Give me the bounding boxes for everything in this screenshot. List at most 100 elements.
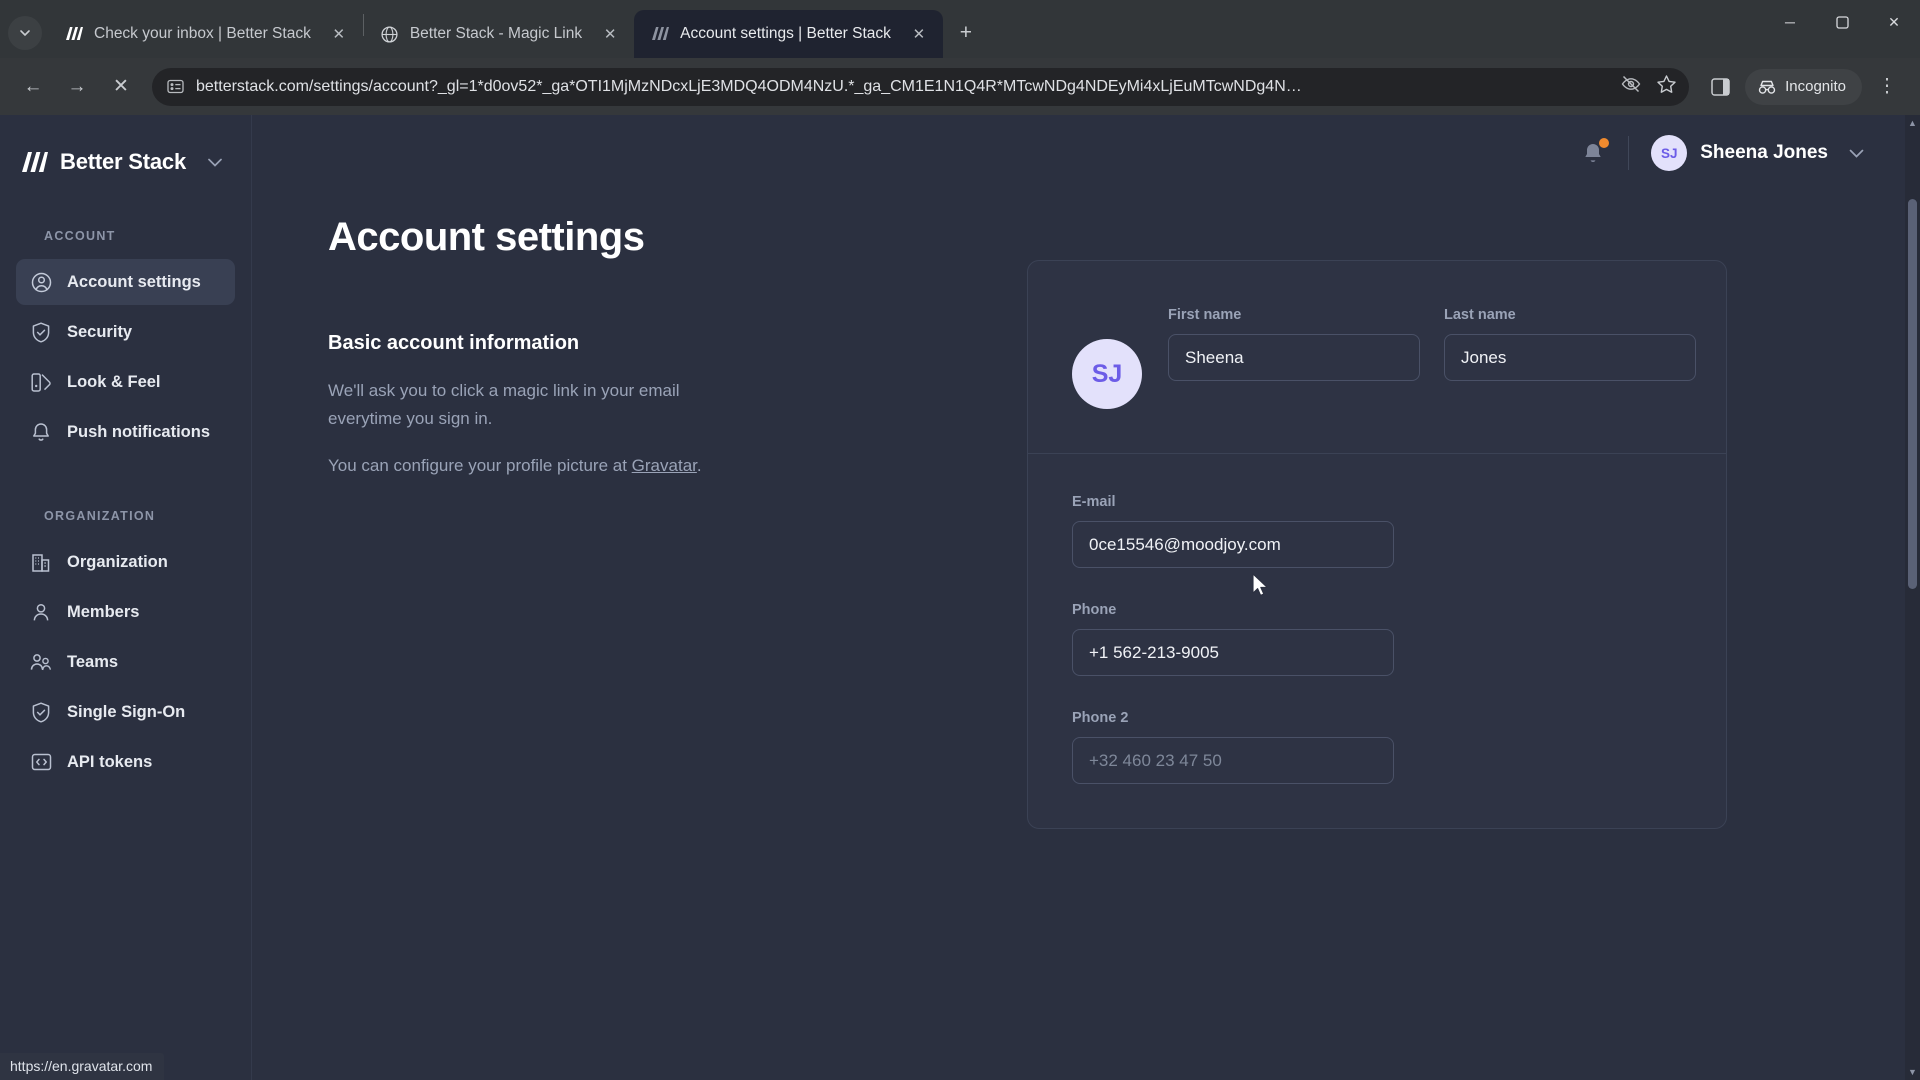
user-circle-icon [30,271,52,293]
sidebar-item-label: Security [67,322,133,341]
sidebar-item-single-sign-on[interactable]: Single Sign-On [16,689,235,735]
last-name-input[interactable]: Jones [1444,334,1696,381]
tab-title: Check your inbox | Better Stack [94,25,311,42]
browser-tab-2[interactable]: Better Stack - Magic Link ✕ [364,10,634,58]
window-minimize-button[interactable]: ─ [1764,0,1816,44]
sidebar-section-account-label: ACCOUNT [44,229,116,243]
name-fields: First name Sheena Last name Jones [1168,307,1696,381]
tab-close-button[interactable]: ✕ [327,22,351,46]
back-button[interactable]: ← [14,68,52,106]
notifications-button[interactable] [1576,136,1610,170]
user-name: Sheena Jones [1700,142,1828,163]
browser-tabstrip: Check your inbox | Better Stack ✕ Better… [0,0,1920,58]
email-input[interactable]: 0ce15546@moodjoy.com [1072,521,1394,568]
sidebar-item-label: Organization [67,552,168,571]
sidebar-item-label: Push notifications [67,422,211,441]
scrollbar-thumb[interactable] [1908,199,1917,589]
description-paragraph-2-suffix: . [696,456,702,476]
stop-loading-button[interactable]: ✕ [102,68,140,106]
description-paragraph-2: You can configure your profile picture a… [328,452,708,480]
phone-input[interactable]: +1 562-213-9005 [1072,629,1394,676]
browser-status-url: https://en.gravatar.com [0,1053,165,1080]
browser-toolbar: ← → ✕ betterstack.com/settings/account?_… [0,58,1920,115]
tab-close-button[interactable]: ✕ [907,22,931,46]
sidebar-item-label: Teams [67,652,119,671]
page-title: Account settings [328,215,645,259]
phone-label: Phone [1072,602,1117,618]
bookmark-star-icon[interactable] [1656,74,1677,100]
chevron-down-icon[interactable] [1849,145,1864,161]
site-settings-icon[interactable] [164,76,186,98]
new-tab-button[interactable]: + [949,16,983,50]
first-name-input[interactable]: Sheena [1168,334,1420,381]
sidebar-item-teams[interactable]: Teams [16,639,235,685]
sidebar-item-members[interactable]: Members [16,589,235,635]
window-close-button[interactable]: ✕ [1868,0,1920,44]
email-field: E-mail 0ce15546@moodjoy.com [1072,494,1682,568]
first-name-field: First name Sheena [1168,307,1420,381]
browser-menu-button[interactable]: ⋮ [1868,68,1906,106]
tab-close-button[interactable]: ✕ [598,22,622,46]
users-icon [30,651,52,673]
phone2-field: Phone 2 +32 460 23 47 50 [1072,710,1682,784]
browser-tab-3[interactable]: Account settings | Better Stack ✕ [634,10,943,58]
tab-search-button[interactable] [8,16,42,50]
name-row: SJ First name Sheena Last name Jones [1028,261,1726,453]
palette-icon [30,371,52,393]
sidebar-item-label: Members [67,602,140,621]
tab-title: Better Stack - Magic Link [409,25,583,42]
first-name-label: First name [1168,307,1242,323]
chevron-down-icon[interactable] [208,155,222,170]
forward-button[interactable]: → [58,68,96,106]
gravatar-link[interactable]: Gravatar [632,456,697,475]
betterstack-logo-icon [650,24,670,44]
maximize-icon [1835,15,1849,29]
section-heading: Basic account information [328,332,580,354]
settings-content: Basic account information We'll ask you … [252,260,1920,829]
shield-check-icon [30,321,52,343]
scroll-down-arrow-icon[interactable]: ▼ [1905,1064,1920,1080]
sidebar-item-push-notifications[interactable]: Push notifications [16,409,235,455]
address-bar[interactable]: betterstack.com/settings/account?_gl=1*d… [152,67,1690,106]
page-scrollbar[interactable]: ▲ ▼ [1905,115,1920,1080]
user-menu-button[interactable]: SJ Sheena Jones [1651,135,1864,171]
profile-avatar[interactable]: SJ [1072,339,1142,409]
page-viewport: Better Stack ACCOUNT Account settings Se… [0,115,1920,1080]
phone2-label: Phone 2 [1072,710,1129,726]
mouse-cursor [1252,573,1272,597]
app-sidebar: Better Stack ACCOUNT Account settings Se… [0,115,252,1080]
window-maximize-button[interactable] [1816,0,1868,44]
email-label: E-mail [1072,494,1116,510]
hide-password-icon[interactable] [1620,73,1642,100]
user-icon [30,601,52,623]
betterstack-logo-icon [22,151,48,173]
browser-window: Check your inbox | Better Stack ✕ Better… [0,0,1920,1080]
description-paragraph-2-prefix: You can configure your profile picture a… [328,456,632,476]
scroll-up-arrow-icon[interactable]: ▲ [1905,115,1920,131]
sidebar-section-organization-label: ORGANIZATION [44,509,156,523]
building-icon [30,551,52,573]
last-name-field: Last name Jones [1444,307,1696,381]
app-main: SJ Sheena Jones Account settings Basic a… [252,115,1920,1080]
avatar: SJ [1651,135,1688,171]
brand-name: Better Stack [60,149,186,174]
side-panel-icon [1710,77,1730,96]
side-panel-button[interactable] [1701,68,1739,106]
brand-switcher[interactable]: Better Stack [0,137,251,175]
url-text: betterstack.com/settings/account?_gl=1*d… [196,77,1302,95]
sidebar-item-look-and-feel[interactable]: Look & Feel [16,359,235,405]
sidebar-item-account-settings[interactable]: Account settings [16,259,235,305]
phone2-input[interactable]: +32 460 23 47 50 [1072,737,1394,784]
last-name-label: Last name [1444,307,1516,323]
sidebar-item-security[interactable]: Security [16,309,235,355]
notification-unread-dot [1599,138,1610,148]
description-column: Basic account information We'll ask you … [328,332,748,500]
chevron-down-icon [20,30,30,37]
shield-check-icon [30,701,52,723]
tab-title: Account settings | Better Stack [680,25,891,42]
sidebar-item-api-tokens[interactable]: API tokens [16,739,235,785]
incognito-indicator[interactable]: Incognito [1745,68,1862,105]
browser-tab-1[interactable]: Check your inbox | Better Stack ✕ [48,10,363,58]
app-topbar: SJ Sheena Jones [252,115,1920,191]
sidebar-item-organization[interactable]: Organization [16,539,235,585]
